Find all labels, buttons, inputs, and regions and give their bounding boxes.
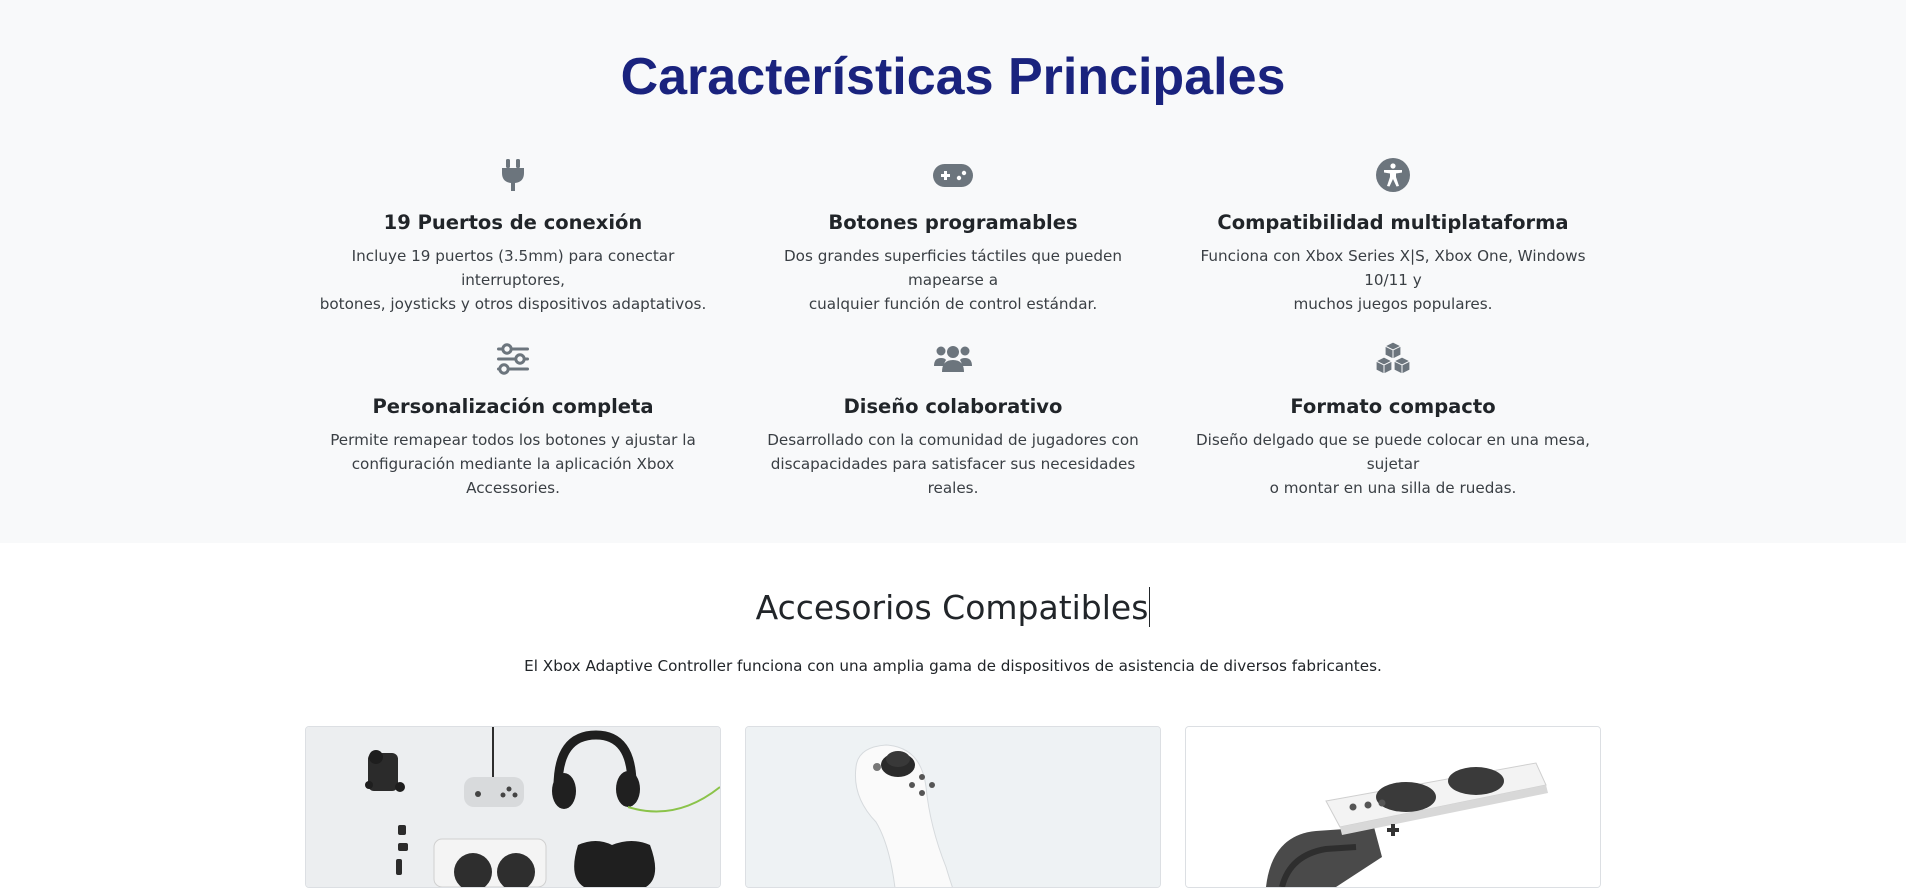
accessory-card-collection[interactable] [305, 726, 721, 888]
features-section: Características Principales 19 Puertos d… [0, 0, 1906, 543]
feature-description: Diseño delgado que se puede colocar en u… [1195, 431, 1591, 497]
cubes-icon [1375, 341, 1411, 375]
plug-icon [502, 159, 524, 191]
feature-description: Dos grandes superficies táctiles que pue… [783, 247, 1122, 313]
feature-card-collaborative: Diseño colaborativo Desarrollado con la … [745, 339, 1161, 497]
accessory-card-mounted[interactable] [1185, 726, 1601, 888]
sliders-icon [497, 343, 529, 375]
feature-description: Desarrollado con la comunidad de jugador… [767, 431, 1139, 497]
feature-description: Permite remapear todos los botones y aju… [330, 431, 696, 497]
feature-card-compact: Formato compacto Diseño delgado que se p… [1185, 339, 1601, 497]
users-icon [934, 346, 972, 372]
feature-description: Incluye 19 puertos (3.5mm) para conectar… [319, 247, 707, 313]
feature-title: 19 Puertos de conexión [383, 211, 643, 234]
accessories-subtitle: El Xbox Adaptive Controller funciona con… [524, 657, 1382, 675]
feature-card-ports: 19 Puertos de conexión Incluye 19 puerto… [305, 155, 721, 313]
text-cursor [1149, 587, 1151, 627]
gamepad-icon [933, 164, 973, 187]
handheld-controller-image [746, 727, 1160, 887]
feature-title: Personalización completa [372, 395, 654, 418]
feature-title: Diseño colaborativo [843, 395, 1063, 418]
feature-title: Formato compacto [1290, 395, 1496, 418]
mounted-controller-image [1186, 727, 1600, 887]
feature-card-buttons: Botones programables Dos grandes superfi… [745, 155, 1161, 313]
feature-card-customization: Personalización completa Permite remapea… [305, 339, 721, 497]
feature-title: Compatibilidad multiplataforma [1217, 211, 1569, 234]
accessory-card-handheld[interactable] [745, 726, 1161, 888]
accessories-collection-image [306, 727, 720, 887]
accessibility-icon [1376, 158, 1410, 192]
features-title: Características Principales [620, 48, 1286, 106]
feature-description: Funciona con Xbox Series X|S, Xbox One, … [1200, 247, 1586, 313]
feature-title: Botones programables [828, 211, 1078, 234]
accessories-title: Accesorios Compatibles [755, 587, 1151, 627]
feature-card-multiplatform: Compatibilidad multiplataforma Funciona … [1185, 155, 1601, 313]
